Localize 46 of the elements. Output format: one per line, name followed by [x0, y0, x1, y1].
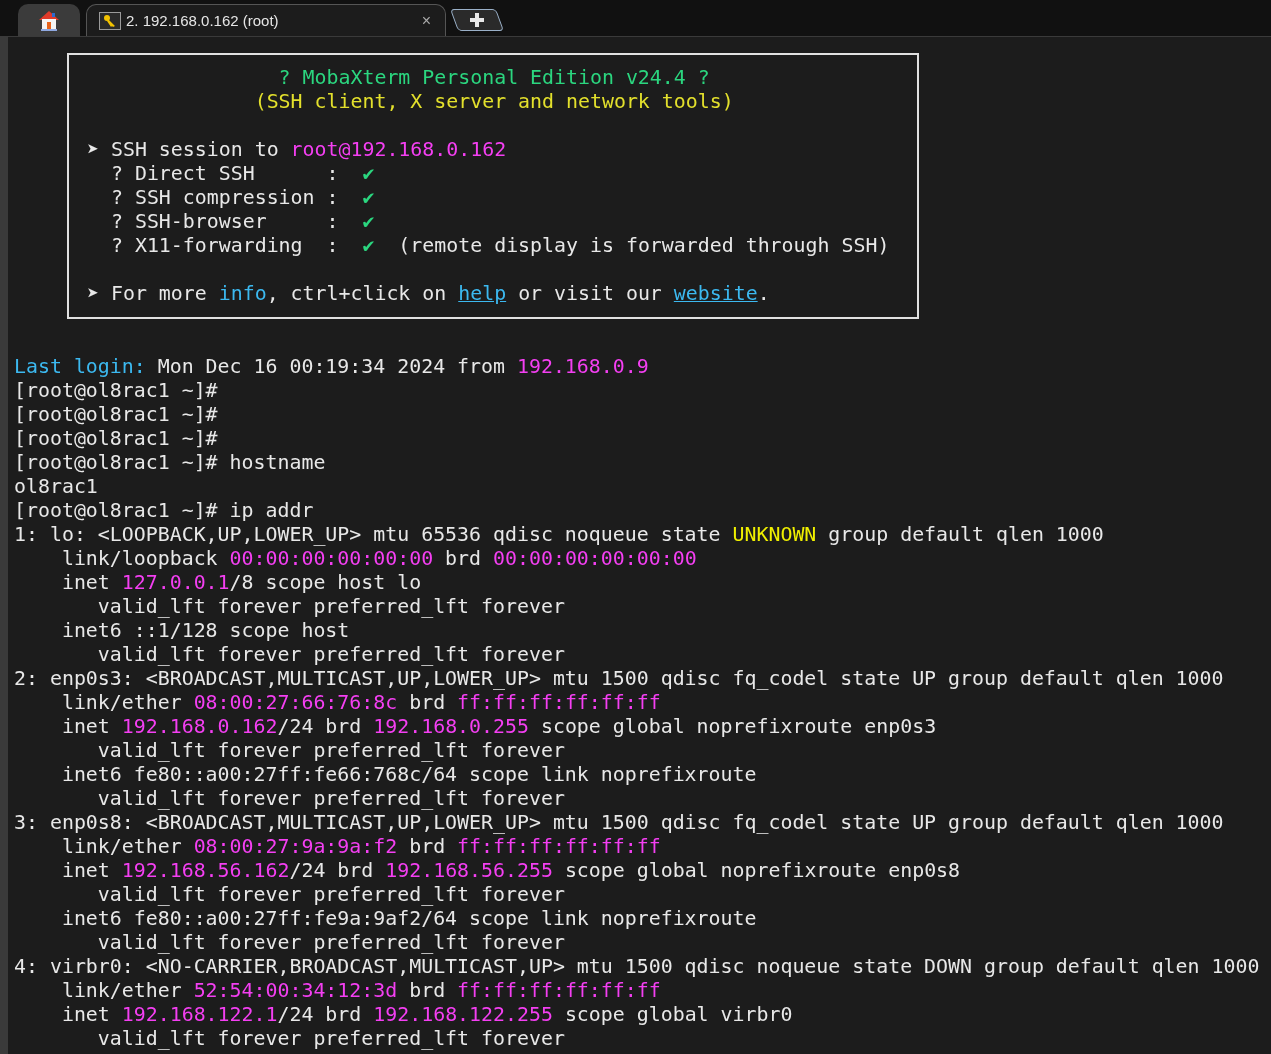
terminal-line: link/ether 08:00:27:66:76:8c brd ff:ff:ff:ff:ff:ff	[60, 691, 662, 715]
banner-line: ➤ SSH session to root@192.168.0.162	[87, 138, 508, 162]
terminal-line: valid_lft forever preferred_lft forever	[96, 1027, 566, 1051]
terminal-line: [root@ol8rac1 ~]# ip addr	[14, 499, 315, 523]
terminal-line: link/loopback 00:00:00:00:00:00 brd 00:00:00:00:00:00	[60, 547, 698, 571]
home-tab[interactable]	[18, 4, 80, 36]
new-tab-button[interactable]	[450, 9, 504, 31]
plus-icon	[470, 13, 484, 27]
terminal-line: [root@ol8rac1 ~]# hostname	[14, 451, 327, 475]
terminal-line: [root@ol8rac1 ~]#	[14, 403, 219, 427]
banner-line: ? Direct SSH : ✔	[109, 162, 376, 186]
terminal-line: link/ether 52:54:00:34:12:3d brd ff:ff:ff:ff:ff:ff	[60, 979, 662, 1003]
terminal-line: 1: lo: <LOOPBACK,UP,LOWER_UP> mtu 65536 qdisc noqueue state UNKNOWN group default qlen 1000	[14, 523, 1105, 547]
house-icon	[37, 9, 61, 31]
banner-line: ? MobaXterm Personal Edition v24.4 ?	[277, 66, 711, 90]
terminal-line: Last login: Mon Dec 16 00:19:34 2024 from 192.168.0.9	[14, 355, 650, 379]
terminal-line: 2: enp0s3: <BROADCAST,MULTICAST,UP,LOWER_UP> mtu 1500 qdisc fq_codel state UP group default qlen 1000	[14, 667, 1225, 691]
terminal-line: ol8rac1	[14, 475, 99, 499]
terminal-line: valid_lft forever preferred_lft forever	[96, 787, 566, 811]
terminal-line: valid_lft forever preferred_lft forever	[96, 739, 566, 763]
key-icon	[99, 11, 121, 30]
banner-line: ? SSH compression : ✔	[109, 186, 376, 210]
link[interactable]: help	[458, 282, 507, 305]
session-tab[interactable]: 2. 192.168.0.162 (root) ×	[86, 4, 446, 36]
terminal-line: link/ether 08:00:27:9a:9a:f2 brd ff:ff:ff:ff:ff:ff	[60, 835, 662, 859]
terminal-line: inet6 fe80::a00:27ff:fe9a:9af2/64 scope link noprefixroute	[60, 907, 758, 931]
terminal-line: inet6 fe80::a00:27ff:fe66:768c/64 scope link noprefixroute	[60, 763, 758, 787]
terminal-line: valid_lft forever preferred_lft forever	[96, 643, 566, 667]
link[interactable]: website	[673, 282, 758, 305]
terminal-line: 4: virbr0: <NO-CARRIER,BROADCAST,MULTICAST,UP> mtu 1500 qdisc noqueue state DOWN group default qlen 1000	[14, 955, 1261, 979]
terminal-line: inet 192.168.56.162/24 brd 192.168.56.255 scope global noprefixroute enp0s8	[60, 859, 962, 883]
banner-line: (SSH client, X server and network tools)	[253, 90, 735, 114]
banner-line: ? X11-forwarding : ✔ (remote display is forwarded through SSH)	[109, 234, 891, 258]
terminal-line: [root@ol8rac1 ~]#	[14, 379, 219, 403]
terminal-line: [root@ol8rac1 ~]#	[14, 427, 219, 451]
terminal-line: inet 127.0.0.1/8 scope host lo	[60, 571, 423, 595]
banner-line: ? SSH-browser : ✔	[109, 210, 376, 234]
terminal-line: inet 192.168.0.162/24 brd 192.168.0.255 scope global noprefixroute enp0s3	[60, 715, 938, 739]
terminal-line: inet6 ::1/128 scope host	[60, 619, 351, 643]
terminal-line: 3: enp0s8: <BROADCAST,MULTICAST,UP,LOWER_UP> mtu 1500 qdisc fq_codel state UP group default qlen 1000	[14, 811, 1225, 835]
close-icon[interactable]: ×	[421, 11, 431, 30]
terminal-line: inet 192.168.122.1/24 brd 192.168.122.255 scope global virbr0	[60, 1003, 794, 1027]
terminal-line: valid_lft forever preferred_lft forever	[96, 595, 566, 619]
terminal-line: valid_lft forever preferred_lft forever	[96, 883, 566, 907]
banner-line: ➤ For more info, ctrl+click on help or visit our website.	[87, 282, 771, 306]
terminal-line: valid_lft forever preferred_lft forever	[96, 931, 566, 955]
